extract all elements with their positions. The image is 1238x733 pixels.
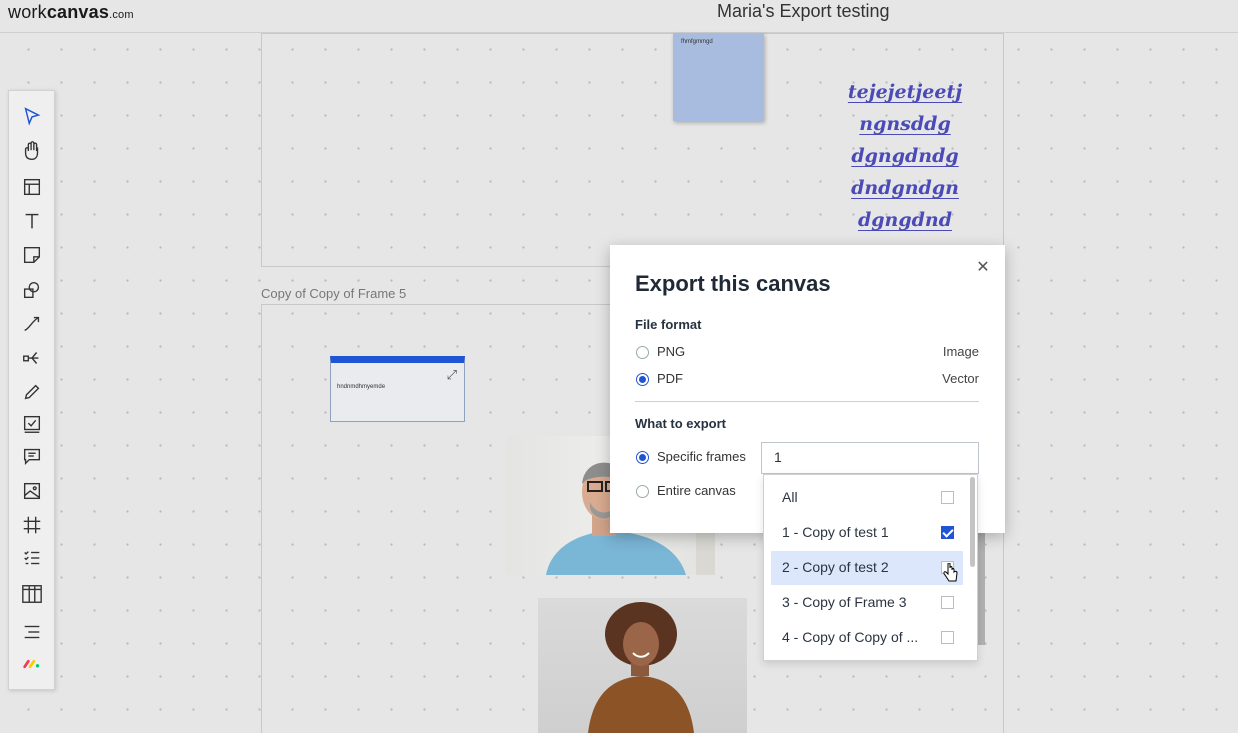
option-label: 1 - Copy of test 1 [782,524,889,540]
frames-select-input[interactable]: 1 [761,442,979,474]
dropdown-option-frame-1[interactable]: 1 - Copy of test 1 [771,516,963,550]
handwritten-line: dgngdnd [857,209,953,231]
radio-png[interactable] [636,346,649,359]
list-icon[interactable] [17,545,47,571]
option-checkbox[interactable] [941,491,954,504]
png-type-label: Image [942,344,979,359]
option-label: 4 - Copy of Copy of ... [782,629,919,645]
handwritten-line: tejejetjeetj [847,81,963,103]
dropdown-option-frame-3[interactable]: 3 - Copy of Frame 3 [771,586,963,620]
handwritten-line: dgngdndg [851,145,959,167]
top-bar: workcanvas.com Maria's Export testing [0,0,1238,33]
outline-icon[interactable] [17,619,47,645]
dropdown-scrollbar[interactable] [970,477,975,567]
option-checkbox[interactable] [941,596,954,609]
comment-icon[interactable] [17,443,47,469]
handwritten-text-block[interactable]: tejejetjeetj ngnsddg dgngdndg dndgndgn d… [835,76,975,236]
specific-frames-label[interactable]: Specific frames [657,449,746,464]
what-to-export-label: What to export [635,416,726,431]
option-checkbox[interactable] [941,526,954,539]
frame-label[interactable]: Copy of Copy of Frame 5 [261,286,406,301]
text-icon[interactable] [17,208,47,234]
embedded-card-text: hndnmdhmyemde [337,384,386,390]
radio-pdf[interactable] [636,373,649,386]
png-label[interactable]: PNG [657,344,685,359]
connector-line-icon[interactable] [17,311,47,337]
divider [635,401,979,402]
sticky-note-text: fhmfgmmgd [681,39,713,45]
sticky-note[interactable]: fhmfgmmgd [673,33,764,121]
table-icon[interactable] [17,581,47,607]
dialog-title: Export this canvas [635,271,831,296]
embedded-card[interactable]: hndnmdhmyemde ⤢ [330,356,465,422]
close-icon[interactable]: ✕ [974,259,992,277]
shapes-icon[interactable] [17,277,47,303]
woman-portrait-image [588,602,694,733]
image-icon[interactable] [17,478,47,504]
handwritten-line: dndgndgn [851,177,959,199]
pointer-cursor-icon [943,563,958,582]
option-label: 3 - Copy of Frame 3 [782,594,907,610]
frames-input-value: 1 [774,449,782,465]
file-format-label: File format [635,317,702,332]
radio-entire-canvas[interactable] [636,485,649,498]
entire-canvas-label[interactable]: Entire canvas [657,483,736,498]
hand-icon[interactable] [17,138,47,164]
pdf-type-label: Vector [942,371,979,386]
photo-woman[interactable] [538,598,747,733]
expand-icon[interactable]: ⤢ [447,367,457,383]
template-icon[interactable] [17,174,47,200]
pen-icon[interactable] [17,379,47,405]
sticky-note-icon[interactable] [17,242,47,268]
option-label: All [782,489,798,505]
dropdown-option-all[interactable]: All [771,481,963,515]
option-checkbox[interactable] [941,631,954,644]
pdf-label[interactable]: PDF [657,371,683,386]
canvas-title[interactable]: Maria's Export testing [717,1,890,22]
radio-specific-frames[interactable] [636,451,649,464]
left-toolbar [8,90,55,690]
handwritten-line: ngnsddg [859,113,951,135]
monday-logo-icon[interactable] [17,651,47,677]
checklist-icon[interactable] [17,411,47,437]
option-label: 2 - Copy of test 2 [782,559,889,575]
mindmap-icon[interactable] [17,345,47,371]
select-arrow-icon[interactable] [17,103,47,129]
dropdown-option-frame-2[interactable]: 2 - Copy of test 2 [771,551,963,585]
workcanvas-logo[interactable]: workcanvas.com [8,2,134,23]
dropdown-option-frame-4[interactable]: 4 - Copy of Copy of ... [771,621,963,655]
frame-icon[interactable] [17,512,47,538]
